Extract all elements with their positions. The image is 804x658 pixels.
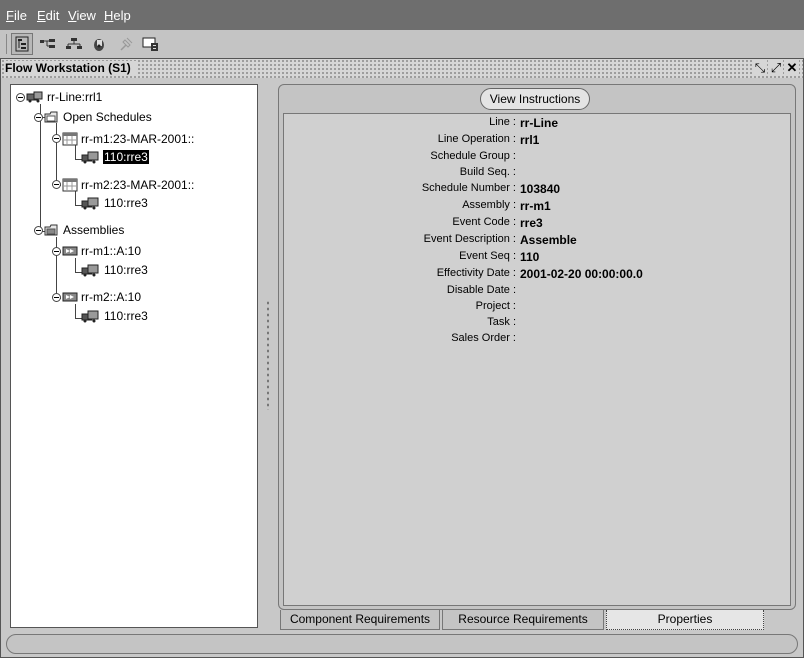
expand-icon bbox=[39, 38, 57, 50]
tree-connector bbox=[75, 191, 76, 205]
tree-node-schedule[interactable]: rr-m1:23-MAR-2001:: bbox=[52, 131, 195, 146]
pin-icon bbox=[118, 36, 134, 52]
folder-icon bbox=[44, 223, 60, 237]
tree-node-assembly[interactable]: rr-m1::A:10 bbox=[52, 244, 142, 258]
production-line-icon bbox=[26, 91, 44, 103]
tree-connector bbox=[75, 145, 76, 159]
menu-help[interactable]: Help bbox=[104, 8, 131, 23]
tree-node-assembly[interactable]: rr-m2::A:10 bbox=[52, 290, 142, 304]
hierarchy-icon bbox=[65, 37, 83, 51]
prop-value-line: rr-Line bbox=[520, 116, 559, 130]
tree-node-operation[interactable]: 110:rre3 bbox=[81, 263, 149, 277]
toolbar-separator bbox=[6, 34, 7, 54]
tree-connector bbox=[75, 258, 76, 272]
collapse-toggle-icon[interactable] bbox=[52, 292, 61, 302]
collapse-toggle-icon[interactable] bbox=[16, 92, 25, 102]
menu-view[interactable]: View bbox=[68, 8, 96, 23]
tree-node-assemblies[interactable]: Assemblies bbox=[34, 223, 125, 237]
collapse-toggle-icon[interactable] bbox=[34, 225, 43, 235]
prop-label-event-code: Event Code : bbox=[452, 216, 516, 228]
tree-node-label: rr-m1:23-MAR-2001:: bbox=[81, 131, 195, 146]
prop-value-event-code: rre3 bbox=[520, 216, 543, 230]
tree-node-label: 110:rre3 bbox=[104, 309, 148, 323]
toolbar bbox=[0, 30, 804, 59]
tree-node-line[interactable]: rr-Line:rrl1 bbox=[16, 90, 103, 104]
assembly-icon bbox=[62, 245, 78, 257]
prop-label-schedule-group: Schedule Group : bbox=[430, 150, 516, 162]
folder-icon bbox=[44, 110, 60, 124]
window-title: Flow Workstation (S1) bbox=[5, 61, 137, 75]
prop-label-event-description: Event Description : bbox=[423, 233, 516, 245]
prop-label-schedule-number: Schedule Number : bbox=[421, 182, 516, 194]
machine-icon bbox=[81, 263, 101, 277]
menu-edit[interactable]: Edit bbox=[37, 8, 59, 23]
prop-value-line-operation: rrl1 bbox=[520, 133, 540, 147]
lock-button[interactable] bbox=[88, 33, 110, 55]
tree-node-label: 110:rre3 bbox=[104, 196, 148, 210]
close-icon[interactable]: ✕ bbox=[785, 60, 799, 76]
tree-node-operation[interactable]: 110:rre3 bbox=[81, 196, 149, 210]
prop-label-build-seq: Build Seq. : bbox=[459, 166, 516, 178]
collapse-toggle-icon[interactable] bbox=[52, 134, 61, 143]
tab-resource-requirements[interactable]: Resource Requirements bbox=[442, 610, 604, 630]
assembly-icon bbox=[62, 291, 78, 303]
tree-node-label: 110:rre3 bbox=[104, 263, 148, 277]
expand-button[interactable] bbox=[37, 33, 59, 55]
collapse-toggle-icon[interactable] bbox=[52, 180, 61, 189]
restore-icon[interactable]: ⤡ bbox=[753, 60, 767, 76]
status-bar bbox=[6, 634, 798, 654]
tree-node-label: rr-m1::A:10 bbox=[81, 244, 142, 258]
tree-view-button[interactable] bbox=[11, 33, 33, 55]
collapse-toggle-icon[interactable] bbox=[34, 112, 43, 122]
tree-node-label: Open Schedules bbox=[63, 110, 152, 124]
prop-value-event-description: Assemble bbox=[520, 233, 577, 247]
maximize-icon[interactable]: ⤢ bbox=[769, 60, 783, 76]
tree-node-open-schedules[interactable]: Open Schedules bbox=[34, 110, 153, 124]
tree-node-label: rr-m2:23-MAR-2001:: bbox=[81, 177, 195, 192]
hierarchy-button[interactable] bbox=[63, 33, 85, 55]
calendar-icon bbox=[62, 131, 78, 146]
pin-button[interactable] bbox=[115, 33, 137, 55]
prop-value-event-seq: 110 bbox=[520, 250, 540, 264]
tree-node-label: rr-Line:rrl1 bbox=[47, 90, 103, 104]
prop-label-disable-date: Disable Date : bbox=[446, 284, 516, 296]
window-title-bar[interactable]: Flow Workstation (S1) ⤡ ⤢ ✕ bbox=[1, 59, 803, 78]
tree-node-operation-selected[interactable]: 110:rre3 bbox=[81, 150, 149, 164]
prop-label-line: Line : bbox=[489, 116, 516, 128]
prop-label-assembly: Assembly : bbox=[462, 199, 516, 211]
export-icon bbox=[142, 36, 160, 52]
prop-value-effectivity-date: 2001-02-20 00:00:00.0 bbox=[520, 267, 643, 281]
lock-icon bbox=[92, 36, 106, 52]
panel-splitter-handle[interactable] bbox=[266, 300, 270, 410]
tree-node-label: rr-m2::A:10 bbox=[81, 290, 142, 304]
tree-node-schedule[interactable]: rr-m2:23-MAR-2001:: bbox=[52, 177, 195, 192]
tree-node-operation[interactable]: 110:rre3 bbox=[81, 309, 149, 323]
tree-connector bbox=[75, 304, 76, 318]
prop-label-sales-order: Sales Order : bbox=[451, 332, 516, 344]
prop-label-event-seq: Event Seq : bbox=[459, 250, 516, 262]
tree-view-icon bbox=[15, 36, 29, 52]
prop-value-schedule-number: 103840 bbox=[520, 182, 561, 196]
view-instructions-button[interactable]: View Instructions bbox=[480, 88, 590, 110]
prop-label-line-operation: Line Operation : bbox=[437, 133, 516, 145]
navigation-tree: rr-Line:rrl1 Open Schedules rr-m1:23-MAR… bbox=[10, 84, 258, 628]
machine-icon bbox=[81, 150, 101, 164]
menu-bar: File Edit View Help bbox=[0, 0, 804, 30]
tree-node-label: Assemblies bbox=[63, 223, 125, 237]
prop-label-task: Task : bbox=[487, 316, 516, 328]
collapse-toggle-icon[interactable] bbox=[52, 246, 61, 256]
tree-node-label: 110:rre3 bbox=[103, 150, 149, 164]
tab-properties[interactable]: Properties bbox=[606, 610, 764, 630]
export-button[interactable] bbox=[140, 33, 162, 55]
machine-icon bbox=[81, 309, 101, 323]
prop-label-project: Project : bbox=[475, 300, 516, 312]
prop-value-assembly: rr-m1 bbox=[520, 199, 551, 213]
prop-label-effectivity-date: Effectivity Date : bbox=[436, 267, 516, 279]
menu-file[interactable]: File bbox=[6, 8, 27, 23]
calendar-icon bbox=[62, 177, 78, 192]
machine-icon bbox=[81, 196, 101, 210]
tab-component-requirements[interactable]: Component Requirements bbox=[280, 610, 440, 630]
